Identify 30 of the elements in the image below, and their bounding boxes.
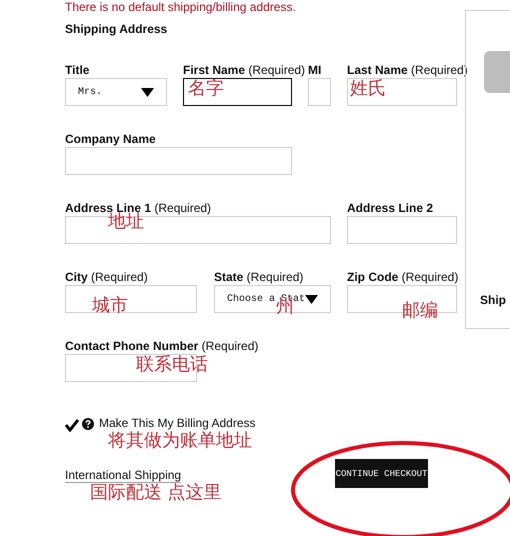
field-label: MI bbox=[308, 63, 322, 78]
international-shipping-link[interactable]: International Shipping bbox=[65, 468, 182, 483]
select-dropdown[interactable]: Mrs. bbox=[65, 78, 167, 106]
caret-icon bbox=[141, 88, 154, 96]
annotation-text: 邮编 bbox=[402, 302, 438, 320]
field-label: Address Line 2 bbox=[347, 201, 434, 216]
annotation-text: 将其做为账单地址 bbox=[108, 432, 252, 450]
field-label: Zip Code (Required) bbox=[347, 270, 458, 285]
shipping-label: Ship bbox=[480, 293, 506, 307]
field-label: First Name (Required) bbox=[183, 63, 306, 78]
annotation-text: 国际配送 点这里 bbox=[90, 484, 222, 502]
section-title: Shipping Address bbox=[65, 22, 168, 38]
field-label: State (Required) bbox=[214, 270, 304, 285]
annotation-text: 名字 bbox=[188, 80, 224, 98]
field-label: Contact Phone Number (Required) bbox=[65, 339, 258, 354]
checkmark-icon[interactable] bbox=[65, 418, 79, 432]
field-label: City (Required) bbox=[65, 270, 148, 285]
annotation-text: 联系电话 bbox=[136, 356, 208, 374]
checkbox-label: Make This My Billing Address bbox=[99, 416, 256, 430]
continue-checkout-button[interactable]: CONTINUE CHECKOUT bbox=[335, 459, 428, 488]
caret-icon bbox=[305, 294, 318, 304]
text-field[interactable] bbox=[183, 78, 292, 106]
field-label: Title bbox=[65, 63, 90, 78]
annotation-text: 城市 bbox=[92, 297, 128, 315]
annotation-text: 姓氏 bbox=[350, 80, 386, 98]
error-message: There is no default shipping/billing address. bbox=[65, 0, 296, 14]
help-icon[interactable] bbox=[82, 418, 94, 430]
field-label: Last Name (Required) bbox=[347, 63, 468, 78]
annotation-text: 地址 bbox=[108, 213, 144, 231]
field-label: Company Name bbox=[65, 132, 156, 147]
